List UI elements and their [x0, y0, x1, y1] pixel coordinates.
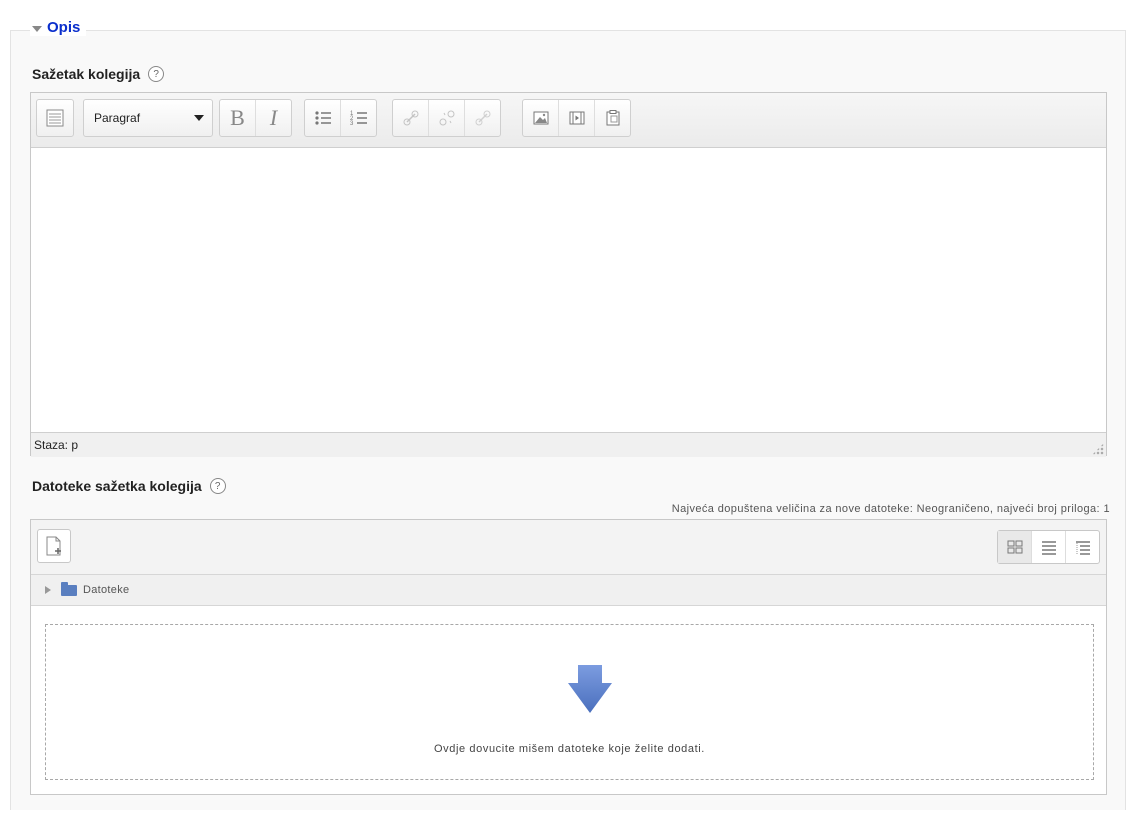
tree-view-button[interactable] — [1066, 531, 1099, 563]
link-button[interactable] — [393, 100, 429, 136]
files-label-row: Datoteke sažetka kolegija ? — [32, 478, 226, 494]
ordered-list-icon: 1 2 3 — [350, 111, 367, 127]
add-file-button[interactable] — [37, 529, 71, 563]
unordered-list-icon — [314, 111, 331, 125]
format-select-value: Paragraf — [94, 111, 141, 125]
unordered-list-button[interactable] — [305, 100, 341, 136]
max-file-size-info: Najveća dopuštena veličina za nove datot… — [671, 503, 1110, 515]
editor-toolbar: Paragraf B I 1 2 3 — [31, 93, 1106, 148]
drop-arrow-icon — [568, 665, 612, 713]
file-manager: Datoteke Ovdje dovucite mišem datoteke k… — [30, 519, 1107, 795]
list-view-button[interactable] — [1032, 531, 1066, 563]
media-button[interactable] — [559, 100, 595, 136]
anchor-icon — [475, 110, 490, 126]
editor-path: Staza: p — [34, 438, 79, 452]
summary-label: Sažetak kolegija — [32, 66, 141, 82]
toggle-toolbar-icon — [46, 109, 64, 127]
italic-button[interactable]: I — [256, 100, 291, 136]
link-group — [392, 99, 501, 137]
help-icon[interactable]: ? — [148, 66, 165, 82]
file-path-breadcrumb: Datoteke — [31, 575, 1106, 606]
view-switcher — [997, 530, 1100, 564]
anchor-button[interactable] — [465, 100, 500, 136]
image-button[interactable] — [523, 100, 559, 136]
summary-label-row: Sažetak kolegija ? — [32, 66, 165, 82]
help-icon[interactable]: ? — [209, 478, 226, 494]
path-folder-label[interactable]: Datoteke — [83, 584, 129, 596]
file-manager-toolbar — [31, 520, 1106, 575]
link-icon — [403, 110, 418, 126]
italic-icon: I — [269, 105, 278, 130]
editor-content-area[interactable] — [31, 148, 1106, 432]
text-style-group: B I — [219, 99, 292, 137]
svg-text:3: 3 — [350, 121, 354, 127]
media-icon — [569, 111, 584, 125]
paragraph-format-select[interactable]: Paragraf — [83, 99, 213, 137]
paste-icon — [606, 110, 619, 126]
expand-triangle-icon[interactable] — [45, 586, 51, 594]
opis-section-toggle[interactable]: Opis — [30, 19, 87, 36]
folder-icon — [61, 581, 77, 596]
files-label: Datoteke sažetka kolegija — [32, 478, 202, 494]
toggle-toolbar-button[interactable] — [36, 99, 74, 137]
media-group — [522, 99, 631, 137]
file-drop-zone[interactable]: Ovdje dovucite mišem datoteke koje želit… — [45, 624, 1094, 780]
drop-zone-text: Ovdje dovucite mišem datoteke koje želit… — [434, 743, 705, 755]
section-title: Opis — [47, 19, 81, 36]
list-view-icon — [1041, 541, 1056, 555]
summary-editor: Paragraf B I 1 2 3 Staza: p — [30, 92, 1107, 457]
image-icon — [533, 111, 548, 125]
collapse-triangle-icon — [32, 25, 42, 32]
bold-button[interactable]: B — [220, 100, 256, 136]
unlink-button[interactable] — [429, 100, 465, 136]
add-file-icon — [46, 536, 61, 556]
list-group: 1 2 3 — [304, 99, 377, 137]
ordered-list-button[interactable]: 1 2 3 — [341, 100, 376, 136]
resize-grip-icon[interactable] — [1092, 443, 1104, 455]
unlink-icon — [439, 110, 454, 126]
icons-view-button[interactable] — [998, 531, 1032, 563]
tree-view-icon — [1075, 541, 1090, 555]
chevron-down-icon — [194, 115, 204, 121]
bold-icon: B — [230, 105, 245, 130]
paste-button[interactable] — [595, 100, 630, 136]
editor-statusbar: Staza: p — [31, 432, 1106, 457]
icons-view-icon — [1007, 540, 1022, 554]
